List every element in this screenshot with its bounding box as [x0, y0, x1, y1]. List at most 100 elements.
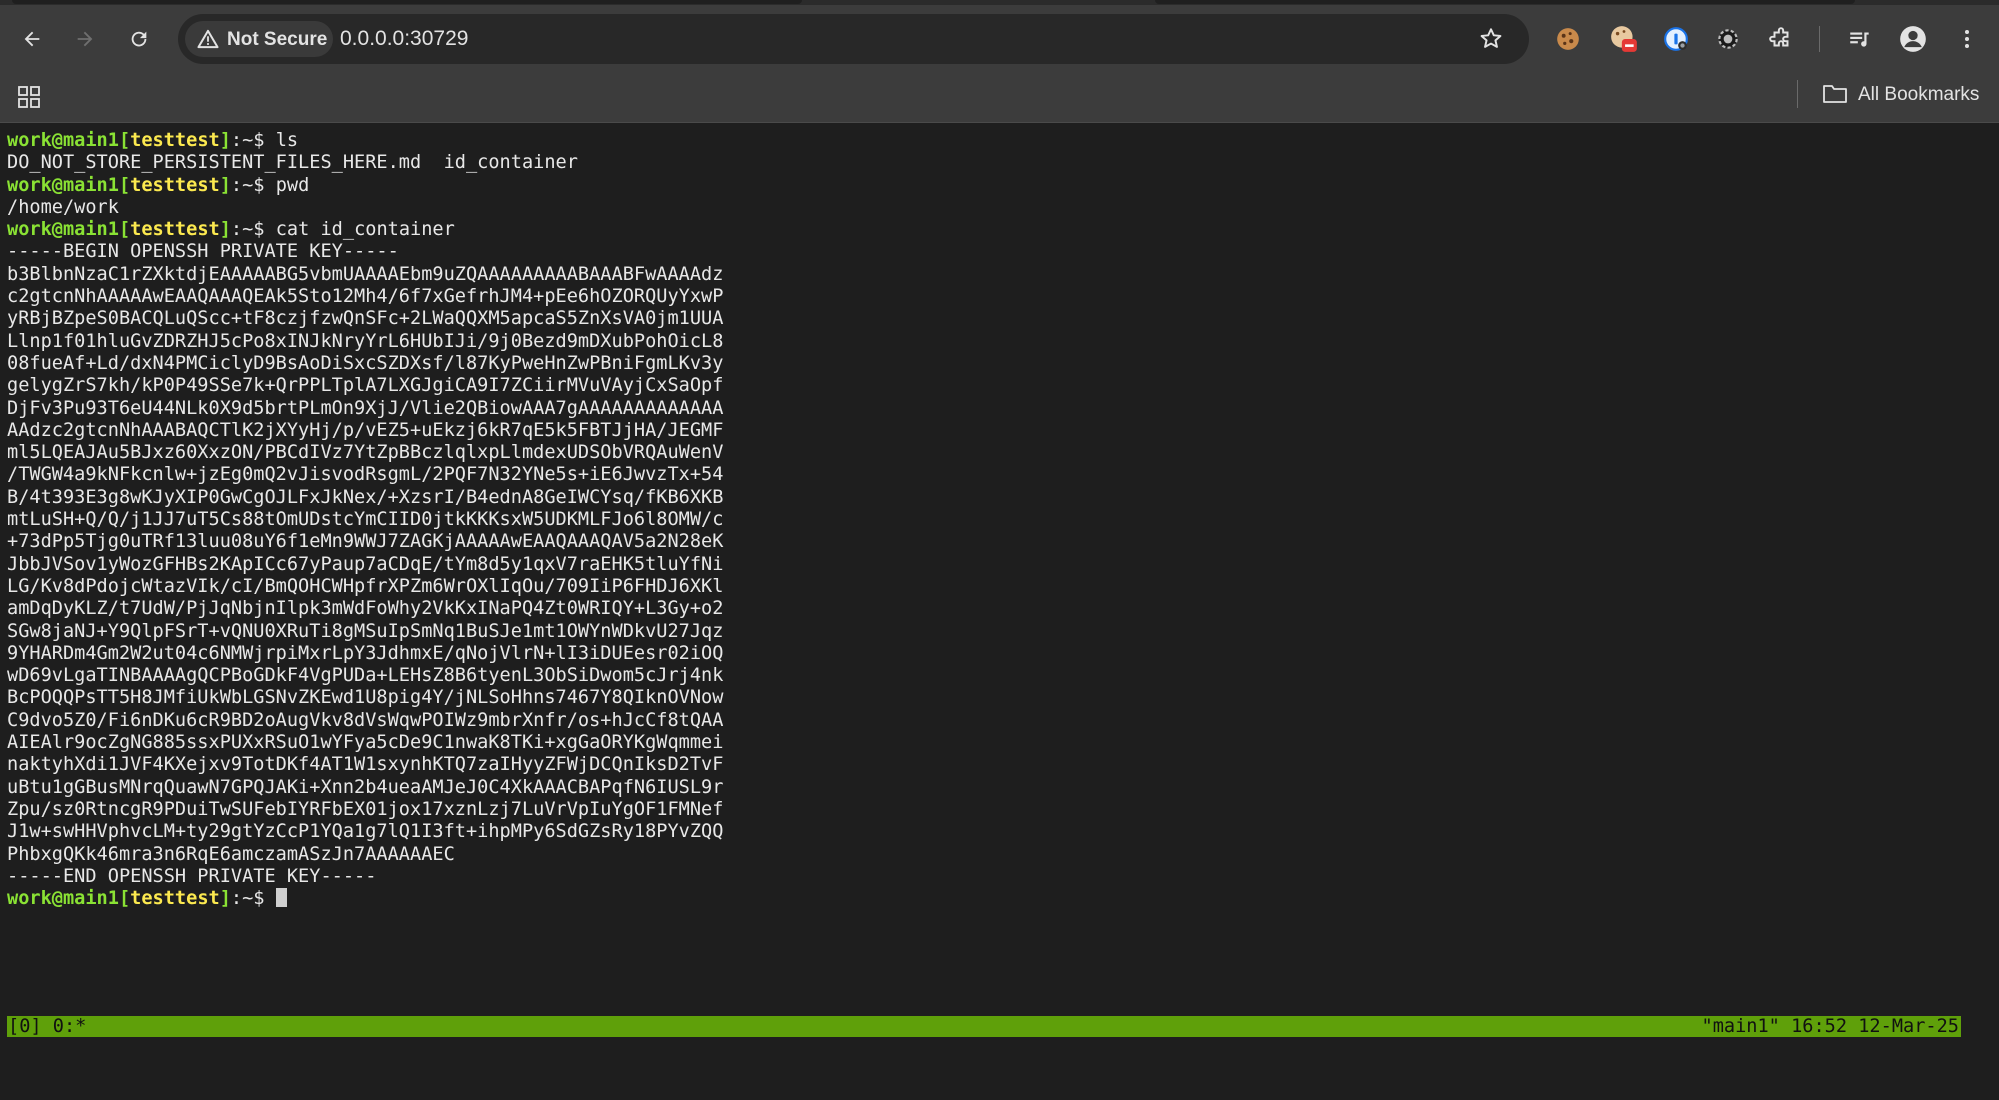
profile-button[interactable] — [1897, 23, 1929, 55]
puzzle-piece-icon — [1769, 27, 1789, 47]
cookie-icon — [1557, 28, 1579, 50]
cookie-blocker-extension-button[interactable] — [1608, 23, 1640, 55]
kebab-menu-icon — [1965, 30, 1969, 48]
all-bookmarks-label: All Bookmarks — [1858, 84, 1980, 105]
folder-icon — [1823, 85, 1847, 103]
prompt-user-host: work@main1 — [7, 174, 119, 196]
command-text: ls — [275, 130, 299, 151]
playlist-music-icon — [1850, 32, 1869, 47]
output-line: mtLuSH+Q/Q/j1JJ7uT5Cs88tOmUDstcYmCIID0jt… — [7, 509, 724, 531]
terminal-cursor — [275, 888, 287, 908]
tmux-window-list[interactable]: [0] 0:* — [8, 1016, 86, 1037]
prompt-line: work@main1[testtest]:~$ — [7, 888, 1987, 910]
reload-icon — [131, 31, 147, 47]
prompt-bracket-open: [ — [118, 219, 131, 241]
back-button[interactable] — [14, 21, 50, 57]
output-line: c2gtcnNhAAAAAwEAAQAAAQEAk5Sto12Mh4/6f7xG… — [7, 286, 724, 308]
tab-shape-right — [1155, 0, 1855, 4]
output-line: -----BEGIN OPENSSH PRIVATE KEY----- — [7, 241, 399, 263]
output-line: /TWGW4a9kNFkcnlw+jzEg0mQ2vJisvodRsgmL/2P… — [7, 464, 724, 486]
output-line: LG/Kv8dPdojcWtazVIk/cI/BmQOHCWHpfrXPZm6W… — [7, 575, 724, 597]
output-line: DO_NOT_STORE_PERSISTENT_FILES_HERE.md id… — [7, 152, 578, 174]
settings-extension-button[interactable] — [1712, 23, 1744, 55]
terminal-output: work@main1[testtest]:~$ ls DO_NOT_STORE_P… — [7, 130, 1987, 910]
prompt-line: work@main1[testtest]:~$ cat id_container — [7, 219, 1987, 241]
warning-triangle-icon — [197, 29, 219, 49]
security-label: Not Secure — [227, 29, 328, 50]
gear-icon — [1718, 29, 1738, 49]
output-line: DjFv3Pu93T6eU44NLk0X9d5brtPLmOn9XjJ/Vlie… — [7, 397, 724, 419]
prompt-user-host: work@main1 — [7, 888, 119, 910]
output-line: 08fueAf+Ld/dxN4PMCiclyD9BsAoDiSxcSZDXsf/… — [7, 352, 724, 374]
security-chip[interactable]: Not Secure — [185, 21, 333, 57]
bookmarks-divider — [1797, 80, 1798, 108]
prompt-line: work@main1[testtest]:~$ ls — [7, 130, 1987, 152]
output-line: amDqDyKLZ/t7UdW/PjJqNbjnIlpk3mWdFoWhy2Vk… — [7, 598, 724, 620]
all-bookmarks-button[interactable]: All Bookmarks — [1822, 81, 1979, 109]
command-text: cat id_container — [275, 219, 455, 241]
prompt-session: testtest — [130, 219, 220, 241]
output-line: SGw8jaNJ+Y9QlpFSrT+vQNU0XRuTi8gMSuIpSmNq… — [7, 620, 724, 642]
output-line: uBtu1gGBusMNrqQuawN7GPQJAKi+Xnn2b4ueaAMJ… — [7, 776, 724, 798]
output-line: BcPOQQPsTT5H8JMfiUkWbLGSNvZKEwd1U8pig4Y/… — [7, 687, 724, 709]
prompt-session: testtest — [130, 174, 220, 196]
forward-arrow-icon — [77, 31, 93, 47]
tmux-status-right: "main1" 16:52 12-Mar-25 — [1701, 1016, 1959, 1037]
output-line: Llnp1f01hluGvZDRZHJ5cPo8xINJkNryYrL6HUbI… — [7, 330, 724, 352]
output-line: +73dPp5Tjg0uTRf13luu08uY6f1eMn9WWJ7ZAGKj… — [7, 531, 724, 553]
address-bar[interactable]: Not Secure 0.0.0.0:30729 — [178, 14, 1529, 64]
prompt-session: testtest — [130, 888, 220, 910]
prompt-path: :~$ — [230, 174, 276, 196]
command-text: pwd — [275, 174, 310, 196]
toolbar-divider — [1819, 26, 1820, 52]
prompt-path: :~$ — [230, 219, 276, 241]
output-line: C9dvo5Z0/Fi6nDKu6cR9BD2oAugVkv8dVsWqwPOI… — [7, 709, 724, 731]
output-line: AAdzc2gtcnNhAAABAQCTlK2jXYyHj/p/vEZ5+uEk… — [7, 419, 724, 441]
browser-toolbar: Not Secure 0.0.0.0:30729 — [0, 5, 1999, 71]
prompt-user-host: work@main1 — [7, 130, 119, 151]
output-line: Zpu/sz0RtncgR9PDuiTwSUFebIYRFbEX01jox17x… — [7, 798, 724, 820]
prompt-line: work@main1[testtest]:~$ pwd — [7, 175, 1987, 197]
avatar-icon — [1900, 26, 1926, 52]
output-line: PhbxgQKk46mra3n6RqE6amczamASzJn7AAAAAAEC — [7, 843, 455, 865]
output-line: gelygZrS7kh/kP0P49SSe7k+QrPPLTplA7LXGJgi… — [7, 375, 724, 397]
tmux-status-bar: [0] 0:* "main1" 16:52 12-Mar-25 — [7, 1016, 1961, 1037]
output-line: yRBjBZpeS0BACQLuQScc+tF8czjfzwQnSFc+2LWa… — [7, 308, 724, 330]
prompt-bracket-open: [ — [118, 174, 131, 196]
prompt-bracket-close: ] — [219, 130, 231, 151]
prompt-user-host: work@main1 — [7, 219, 119, 241]
output-line: AIEAlr9ocZgNG885ssxPUXxRSuO1wYFya5cDe9C1… — [7, 732, 724, 754]
prompt-bracket-close: ] — [219, 174, 231, 196]
extensions-button[interactable] — [1765, 23, 1797, 55]
media-controls-button[interactable] — [1844, 23, 1876, 55]
bookmarks-bar: All Bookmarks — [0, 71, 1999, 123]
forward-button[interactable] — [67, 21, 103, 57]
output-line: B/4t393E3g8wKJyXIP0GwCgOJLFxJkNex/+XzsrI… — [7, 486, 724, 508]
prompt-path: :~$ — [230, 888, 276, 910]
bookmark-star-icon[interactable] — [1478, 26, 1504, 52]
prompt-session: testtest — [130, 130, 220, 151]
url-text[interactable]: 0.0.0.0:30729 — [340, 27, 468, 51]
output-line: /home/work — [7, 196, 119, 218]
output-line: b3BlbnNzaC1rZXktdjEAAAAABG5vbmUAAAAEbm9u… — [7, 263, 724, 285]
prompt-bracket-open: [ — [118, 888, 131, 910]
output-line: J1w+swHHVphvcLM+ty29gtYzCcP1YQa1g7lQ1I3f… — [7, 821, 724, 843]
cookie-extension-button[interactable] — [1552, 23, 1584, 55]
browser-menu-button[interactable] — [1951, 23, 1983, 55]
apps-grid-icon[interactable] — [17, 85, 41, 109]
output-line: naktyhXdi1JVF4KXejxv9TotDKf4AT1W1sxynhKT… — [7, 754, 724, 776]
password-manager-extension-button[interactable] — [1660, 23, 1692, 55]
prompt-bracket-open: [ — [118, 130, 131, 151]
reload-button[interactable] — [121, 21, 157, 57]
password-manager-icon — [1664, 27, 1688, 51]
prompt-bracket-close: ] — [219, 219, 231, 241]
tab-shape-left — [12, 0, 802, 4]
cookie-blocked-icon — [1611, 26, 1637, 52]
terminal-pane[interactable]: work@main1[testtest]:~$ ls DO_NOT_STORE_P… — [0, 123, 1999, 1065]
output-line: -----END OPENSSH PRIVATE KEY----- — [7, 865, 377, 887]
prompt-bracket-close: ] — [219, 888, 231, 910]
output-line: 9YHARDm4Gm2W2ut04c6NMWjrpiMxrLpY3JdhmxE/… — [7, 642, 724, 664]
output-line: wD69vLgaTINBAAAAgQCPBoGDkF4VgPUDa+LEHsZ8… — [7, 665, 724, 687]
prompt-path: :~$ — [230, 130, 276, 151]
browser-window: Not Secure 0.0.0.0:30729 All Bookmarks w… — [0, 0, 1999, 1065]
